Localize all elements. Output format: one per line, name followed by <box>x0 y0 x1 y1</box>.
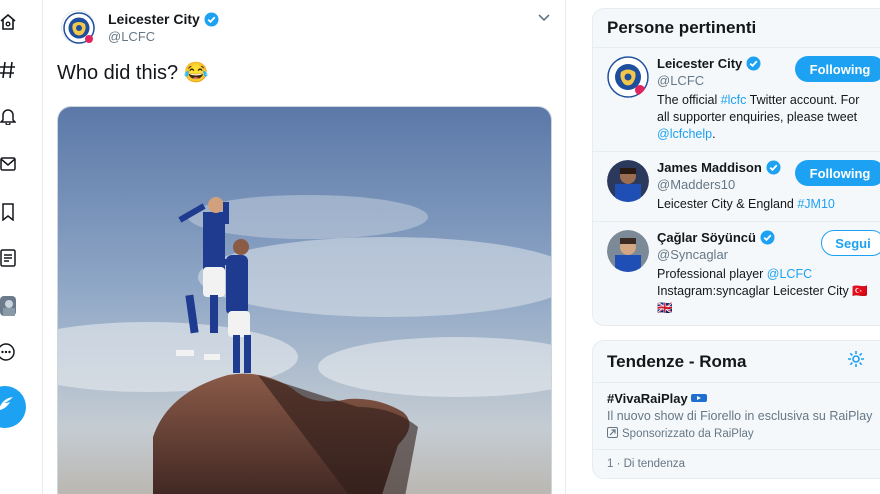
verified-badge-icon <box>760 230 775 245</box>
chevron-down-icon[interactable] <box>537 10 551 29</box>
person-leicester-city[interactable]: Leicester City @LCFC The official #lcfc … <box>593 48 880 152</box>
follow-button[interactable]: Segui <box>821 230 880 256</box>
trend-hashtag-text[interactable]: #VivaRaiPlay <box>607 391 688 406</box>
avatar[interactable] <box>607 56 649 98</box>
following-button[interactable]: Following <box>795 160 880 186</box>
home-icon[interactable] <box>0 12 16 32</box>
trends-card: Tendenze - Roma #VivaRaiPlay Il nuovo sh… <box>592 340 880 479</box>
promoted-text: Sponsorizzato da RaiPlay <box>622 428 754 440</box>
tweet-author-avatar[interactable] <box>61 10 95 44</box>
avatar[interactable] <box>607 230 649 272</box>
left-nav-rail <box>0 0 28 494</box>
hashtag-link[interactable]: #lcfc <box>721 93 747 107</box>
person-name[interactable]: Leicester City <box>657 56 742 71</box>
right-sidebar: Persone pertinenti Leicester City @LCFC … <box>592 8 880 479</box>
bio-text: Instagram:syncaglar Leicester City 🇹🇷 🇬🇧 <box>657 284 868 315</box>
person-name[interactable]: James Maddison <box>657 160 762 175</box>
more-icon[interactable] <box>0 342 16 362</box>
trend-item[interactable]: #VivaRaiPlay Il nuovo show di Fiorello i… <box>593 383 880 450</box>
tweet-detail: Leicester City @LCFC Who did this? 😂 <box>42 0 566 494</box>
relevant-people-title: Persone pertinenti <box>593 9 880 48</box>
gear-icon[interactable] <box>847 350 865 373</box>
relevant-people-card: Persone pertinenti Leicester City @LCFC … <box>592 8 880 326</box>
notifications-icon[interactable] <box>0 106 16 126</box>
person-james-maddison[interactable]: James Maddison @Madders10 Leicester City… <box>593 152 880 222</box>
photo-illustration <box>58 107 551 494</box>
tweet-media-photo[interactable] <box>57 106 552 494</box>
person-bio: The official #lcfc Twitter account. For … <box>657 92 871 143</box>
person-caglar-soyuncu[interactable]: Çağlar Söyüncü @Syncaglar Professional p… <box>593 222 880 325</box>
tweet-author-name[interactable]: Leicester City <box>108 11 219 27</box>
tweet-text: Who did this? 😂 <box>57 62 209 84</box>
feather-icon <box>0 395 15 420</box>
hashtag-link[interactable]: #JM10 <box>797 197 835 211</box>
verified-badge-icon <box>766 160 781 175</box>
bio-text: The official <box>657 93 721 107</box>
mention-link[interactable]: @lcfchelp <box>657 127 712 141</box>
verified-badge-icon <box>746 56 761 71</box>
bookmarks-icon[interactable] <box>0 202 16 222</box>
compose-tweet-button[interactable] <box>0 386 26 428</box>
trends-header: Tendenze - Roma <box>593 341 880 383</box>
trends-title: Tendenze - Roma <box>607 351 747 371</box>
following-button[interactable]: Following <box>795 56 880 82</box>
bio-text: Leicester City & England <box>657 197 798 211</box>
next-trend-meta: 1 · Di tendenza <box>607 458 685 470</box>
avatar[interactable] <box>607 160 649 202</box>
raiplay-emoji-icon <box>691 391 708 406</box>
verified-badge-icon <box>204 12 219 27</box>
profile-icon[interactable] <box>0 296 16 316</box>
promoted-icon <box>607 427 618 441</box>
bio-text: Professional player <box>657 267 767 281</box>
messages-icon[interactable] <box>0 154 16 174</box>
explore-icon[interactable] <box>0 60 16 80</box>
person-bio: Professional player @LCFC Instagram:sync… <box>657 266 871 317</box>
person-bio: Leicester City & England #JM10 <box>657 196 871 213</box>
tweet-author-handle[interactable]: @LCFC <box>108 29 155 44</box>
bio-text: . <box>712 127 716 141</box>
lists-icon[interactable] <box>0 248 16 268</box>
promoted-label: Sponsorizzato da RaiPlay <box>607 427 877 441</box>
trend-description: Il nuovo show di Fiorello in esclusiva s… <box>607 409 873 423</box>
person-name[interactable]: Çağlar Söyüncü <box>657 230 756 245</box>
twitter-page: Leicester City @LCFC Who did this? 😂 Per… <box>0 0 880 494</box>
mention-link[interactable]: @LCFC <box>767 267 812 281</box>
trend-hashtag[interactable]: #VivaRaiPlay <box>607 391 877 406</box>
tweet-author-name-text[interactable]: Leicester City <box>108 11 200 27</box>
